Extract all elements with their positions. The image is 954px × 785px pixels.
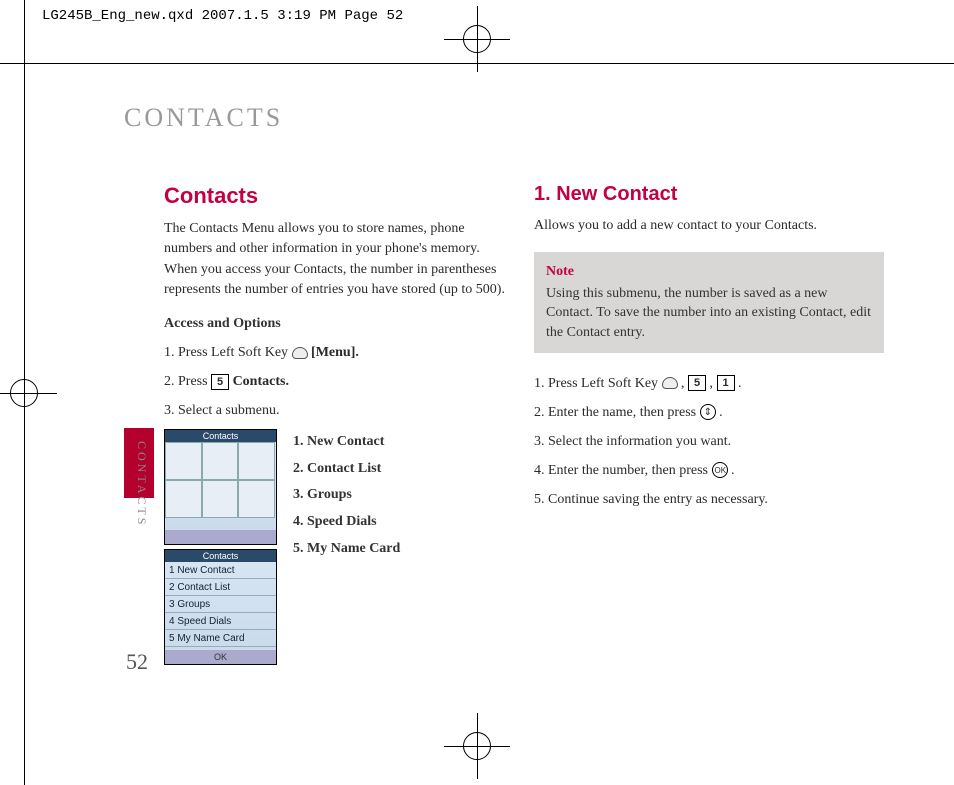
nav-key-icon bbox=[700, 404, 716, 420]
r-step2-post: . bbox=[719, 405, 723, 420]
r-step-1: 1. Press Left Soft Key , 5 , 1 . bbox=[534, 373, 884, 394]
chapter-title: CONTACTS bbox=[124, 103, 884, 133]
note-box: Note Using this submenu, the number is s… bbox=[534, 252, 884, 352]
r-step4-post: . bbox=[731, 463, 735, 478]
left-soft-key-icon bbox=[292, 347, 308, 359]
screen-bottom-bar bbox=[165, 530, 276, 544]
left-column: CONTACTS Contacts The Contacts Menu allo… bbox=[124, 183, 514, 669]
submenu-item: 5. My Name Card bbox=[293, 536, 400, 563]
step2-pre: 2. Press bbox=[164, 374, 211, 389]
step2-post: Contacts. bbox=[233, 374, 289, 389]
menu-icon-cell bbox=[165, 442, 202, 480]
phone-screen-list: Contacts 1 New Contact 2 Contact List 3 … bbox=[164, 549, 277, 665]
key-1-icon: 1 bbox=[717, 375, 735, 391]
key-5-icon: 5 bbox=[211, 374, 229, 390]
section-heading-new-contact: 1. New Contact bbox=[534, 183, 884, 206]
step-3: 3. Select a submenu. bbox=[164, 400, 514, 421]
menu-icon-cell bbox=[202, 442, 239, 480]
right-column: 1. New Contact Allows you to add a new c… bbox=[534, 183, 884, 669]
left-soft-key-icon bbox=[662, 377, 678, 389]
submenu-list: 1. New Contact 2. Contact List 3. Groups… bbox=[293, 429, 400, 562]
step-1: 1. Press Left Soft Key [Menu]. bbox=[164, 342, 514, 363]
submenu-item: 4. Speed Dials bbox=[293, 509, 400, 536]
r-step-3: 3. Select the information you want. bbox=[534, 431, 884, 452]
side-label: CONTACTS bbox=[134, 441, 149, 511]
r-step1-post: . bbox=[738, 376, 742, 391]
note-body: Using this submenu, the number is saved … bbox=[546, 286, 871, 340]
phone-screenshots: Contacts Contacts 1 New Contact 2 Contac… bbox=[164, 429, 279, 669]
screen-title: Contacts bbox=[165, 430, 276, 442]
phone-screen-icons: Contacts bbox=[164, 429, 277, 545]
r-step2-pre: 2. Enter the name, then press bbox=[534, 405, 700, 420]
menu-icon-cell bbox=[202, 480, 239, 518]
r-step-4: 4. Enter the number, then press . bbox=[534, 460, 884, 481]
section-heading-contacts: Contacts bbox=[164, 183, 514, 209]
submenu-item: 2. Contact List bbox=[293, 456, 400, 483]
screen-title: Contacts bbox=[165, 550, 276, 562]
intro-text: Allows you to add a new contact to your … bbox=[534, 216, 884, 236]
key-5-icon: 5 bbox=[688, 375, 706, 391]
screen-ok-bar: OK bbox=[165, 650, 276, 664]
submenu-item: 3. Groups bbox=[293, 482, 400, 509]
page-content: CONTACTS CONTACTS Contacts The Contacts … bbox=[24, 63, 954, 785]
menu-icon-cell bbox=[238, 480, 275, 518]
r-step-2: 2. Enter the name, then press . bbox=[534, 402, 884, 423]
step-2: 2. Press 5 Contacts. bbox=[164, 371, 514, 392]
access-options-heading: Access and Options bbox=[164, 316, 514, 332]
note-title: Note bbox=[546, 262, 872, 282]
ok-key-icon bbox=[712, 462, 728, 478]
intro-text: The Contacts Menu allows you to store na… bbox=[164, 219, 514, 300]
list-item: 2 Contact List bbox=[165, 579, 276, 596]
registration-mark bbox=[463, 25, 491, 53]
list-item: 3 Groups bbox=[165, 596, 276, 613]
step1-post: [Menu]. bbox=[311, 345, 359, 360]
r-step1-pre: 1. Press Left Soft Key bbox=[534, 376, 662, 391]
r-step4-pre: 4. Enter the number, then press bbox=[534, 463, 712, 478]
submenu-item: 1. New Contact bbox=[293, 429, 400, 456]
r-step-5: 5. Continue saving the entry as necessar… bbox=[534, 489, 884, 510]
menu-icon-cell bbox=[165, 480, 202, 518]
menu-icon-cell bbox=[238, 442, 275, 480]
page-number: 52 bbox=[126, 649, 148, 675]
print-header: LG245B_Eng_new.qxd 2007.1.5 3:19 PM Page… bbox=[42, 8, 403, 24]
list-item: 1 New Contact bbox=[165, 562, 276, 579]
list-item: 4 Speed Dials bbox=[165, 613, 276, 630]
step1-pre: 1. Press Left Soft Key bbox=[164, 345, 292, 360]
list-item: 5 My Name Card bbox=[165, 630, 276, 647]
